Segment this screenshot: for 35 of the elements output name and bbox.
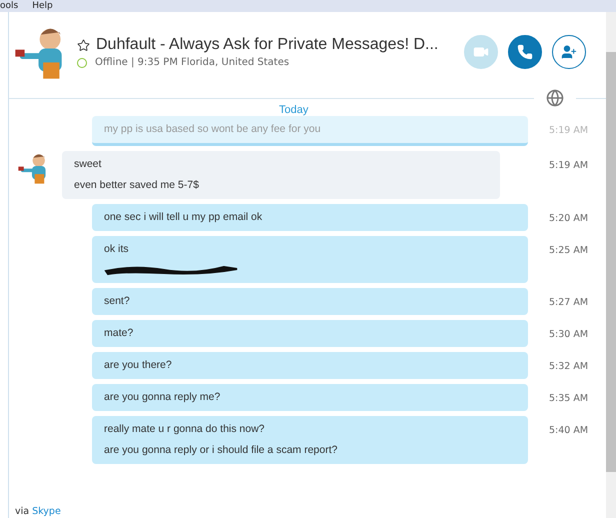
message-text: are you there? xyxy=(104,358,173,373)
call-button[interactable] xyxy=(508,35,542,69)
menu-item[interactable]: ools xyxy=(0,0,18,12)
message-text: even better saved me 5-7$ xyxy=(74,178,200,193)
message-time: 5:32 AM xyxy=(549,361,588,372)
contact-name: Duhfault - Always Ask for Private Messages! D... xyxy=(96,36,438,54)
skype-link[interactable]: Skype xyxy=(32,506,61,517)
add-contact-button[interactable] xyxy=(552,35,586,69)
add-person-icon xyxy=(561,44,577,60)
contact-status: Offline | 9:35 PM Florida, United States xyxy=(95,57,290,68)
message-time: 5:30 AM xyxy=(549,329,588,340)
message-time: 5:19 AM xyxy=(549,160,588,171)
message-text: really mate u r gonna do this now? xyxy=(104,422,266,437)
status-icon xyxy=(77,58,87,68)
menu-item[interactable]: Help xyxy=(32,0,53,12)
star-icon[interactable] xyxy=(77,38,90,52)
message-text: one sec i will tell u my pp email ok xyxy=(104,210,264,225)
globe-icon[interactable] xyxy=(546,89,564,107)
message-text: are you gonna reply or i should file a scam report? xyxy=(104,443,338,458)
via-label: via xyxy=(15,506,30,517)
message-time: 5:35 AM xyxy=(549,393,588,404)
message-time: 5:27 AM xyxy=(549,297,588,308)
message-text: mate? xyxy=(104,326,134,341)
message-text: sent? xyxy=(104,294,131,309)
message-text: sweet xyxy=(74,157,102,172)
message-text: are you gonna reply me? xyxy=(104,390,222,405)
message-text: ok its xyxy=(104,242,130,257)
message-time: 5:20 AM xyxy=(549,213,588,224)
message-time: 5:25 AM xyxy=(549,245,588,256)
message-time: 5:40 AM xyxy=(549,425,588,436)
message-time: 5:19 AM xyxy=(549,125,588,136)
scrollbar-thumb[interactable] xyxy=(606,52,616,472)
message-text: my pp is usa based so wont be any fee for you xyxy=(104,122,322,137)
date-divider: Today xyxy=(279,104,308,116)
phone-icon xyxy=(517,44,533,60)
